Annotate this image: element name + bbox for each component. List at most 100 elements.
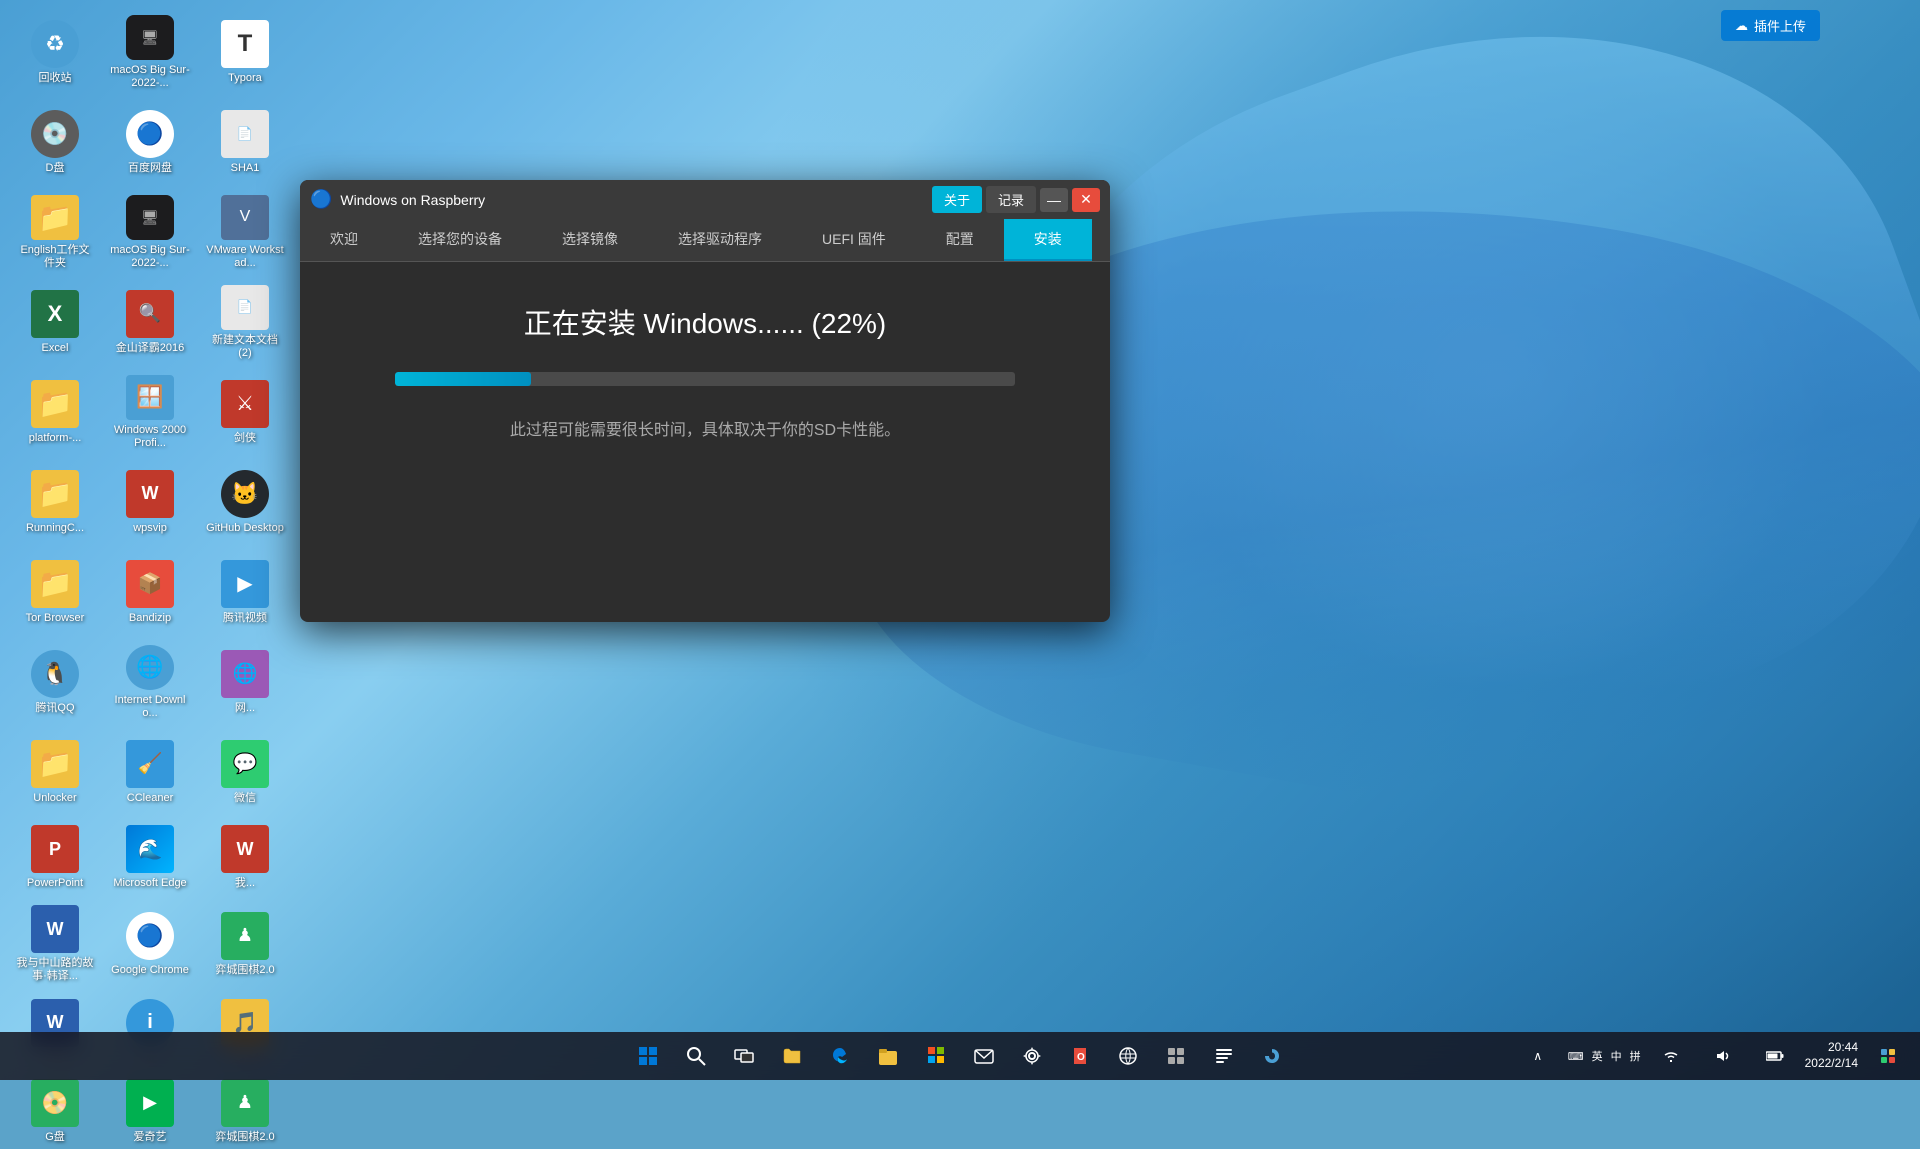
icon-txt2-label: 新建文本文档 (2) (205, 334, 285, 360)
icon-bandizip[interactable]: 📦 Bandizip (105, 550, 195, 635)
tab-select-driver[interactable]: 选择驱动程序 (648, 219, 792, 261)
icon-english-folder[interactable]: 📁 English工作文件夹 (10, 190, 100, 275)
tab-uefi[interactable]: UEFI 固件 (792, 219, 916, 261)
icon-net2[interactable]: 🌐 网... (200, 640, 290, 725)
icon-ccleaner[interactable]: 🧹 CCleaner (105, 730, 195, 815)
icon-my-doc[interactable]: W 我与中山路的故事·韩译... (10, 900, 100, 988)
macos2-icon: 🖥 (126, 195, 174, 240)
tab-select-device[interactable]: 选择您的设备 (388, 219, 532, 261)
notification-center-button[interactable] (1866, 1034, 1910, 1078)
cloud-icon: ☁ (1735, 18, 1748, 34)
icon-jinshan[interactable]: 🔍 金山译霸2016 (105, 280, 195, 365)
icon-typora[interactable]: T Typora (200, 10, 290, 95)
dialog-controls: 关于 记录 — ✕ (932, 186, 1100, 213)
icon-disk-d[interactable]: 💿 D盘 (10, 100, 100, 185)
icon-excel[interactable]: X Excel (10, 280, 100, 365)
icon-edge-label: Microsoft Edge (113, 877, 186, 890)
folders-taskbar-button[interactable] (866, 1034, 910, 1078)
icon-qqtx-label: 腾讯QQ (35, 702, 74, 715)
icon-recycle-label: 回收站 (39, 72, 72, 85)
icon-baidu[interactable]: 🔵 百度网盘 (105, 100, 195, 185)
store-taskbar-button[interactable] (914, 1034, 958, 1078)
icon-wechat[interactable]: 💬 微信 (200, 730, 290, 815)
dialog-close-button[interactable]: ✕ (1072, 188, 1100, 212)
chrome-icon: 🔵 (126, 912, 174, 960)
volume-button[interactable] (1701, 1034, 1745, 1078)
icon-gdisk-label: G盘 (45, 1131, 65, 1144)
icon-github[interactable]: 🐱 GitHub Desktop (200, 460, 290, 545)
icon-gdisk[interactable]: 📀 G盘 (10, 1074, 100, 1149)
icon-sha1[interactable]: 📄 SHA1 (200, 100, 290, 185)
progress-container (395, 372, 1015, 386)
time-display: 20:44 (1805, 1040, 1858, 1056)
icon-vmware[interactable]: V VMware Workstad... (200, 190, 290, 275)
edge-taskbar-button[interactable] (818, 1034, 862, 1078)
icon-recycle[interactable]: ♻ 回收站 (10, 10, 100, 95)
taskbar-center: O (626, 1034, 1294, 1078)
icon-chess-app[interactable]: ♟ 弈城围棋2.0 (200, 900, 290, 988)
icon-wpsvip[interactable]: W wpsvip (105, 460, 195, 545)
office-taskbar-button[interactable]: O (1058, 1034, 1102, 1078)
icon-chrome[interactable]: 🔵 Google Chrome (105, 900, 195, 988)
keyboard-icon: ⌨ (1568, 1050, 1584, 1063)
txt2-icon: 📄 (221, 285, 269, 330)
icon-win2000[interactable]: 🪟 Windows 2000 Profi... (105, 370, 195, 455)
icon-vmware-label: VMware Workstad... (205, 244, 285, 270)
icon-edge-ms[interactable]: 🌊 Microsoft Edge (105, 820, 195, 895)
dialog-about-button[interactable]: 关于 (932, 186, 982, 213)
browser2-taskbar-button[interactable] (1106, 1034, 1150, 1078)
tab-select-image[interactable]: 选择镜像 (532, 219, 648, 261)
icon-running[interactable]: 📁 RunningC... (10, 460, 100, 545)
icon-cj[interactable]: ⚔ 剑侠 (200, 370, 290, 455)
icon-baidu-label: 百度网盘 (128, 162, 172, 175)
search-button[interactable] (674, 1034, 718, 1078)
icon-unlocker[interactable]: 📁 Unlocker (10, 730, 100, 815)
icon-qqtx[interactable]: 🐧 腾讯QQ (10, 640, 100, 725)
app3-taskbar-button[interactable] (1250, 1034, 1294, 1078)
lang-zh[interactable]: 中 (1611, 1048, 1622, 1064)
app2-taskbar-button[interactable] (1202, 1034, 1246, 1078)
app1-taskbar-button[interactable] (1154, 1034, 1198, 1078)
settings-taskbar-button[interactable] (1010, 1034, 1054, 1078)
icon-macos[interactable]: 🖥 macOS Big Sur-2022-... (105, 10, 195, 95)
icon-iqiyi[interactable]: ▶ 爱奇艺 (105, 1074, 195, 1149)
icon-tencent-video[interactable]: ▶ 腾讯视频 (200, 550, 290, 635)
icon-internet-dl[interactable]: 🌐 Internet Downlo... (105, 640, 195, 725)
icon-ppt[interactable]: P PowerPoint (10, 820, 100, 895)
net2-icon: 🌐 (221, 650, 269, 698)
system-time[interactable]: 20:44 2022/2/14 (1805, 1040, 1858, 1071)
icon-tor-browser[interactable]: 📁 Tor Browser (10, 550, 100, 635)
notify-upload-button[interactable]: ☁ 插件上传 (1721, 10, 1820, 41)
icon-doc-extra[interactable]: W 我... (200, 820, 290, 895)
pinyin-indicator[interactable]: 拼 (1630, 1048, 1641, 1064)
start-button[interactable] (626, 1034, 670, 1078)
dialog-title-text: Windows on Raspberry (340, 192, 924, 208)
battery-button[interactable] (1753, 1034, 1797, 1078)
icon-txt2[interactable]: 📄 新建文本文档 (2) (200, 280, 290, 365)
task-view-button[interactable] (722, 1034, 766, 1078)
tab-config[interactable]: 配置 (916, 219, 1004, 261)
mail-taskbar-button[interactable] (962, 1034, 1006, 1078)
file-explorer-button[interactable] (770, 1034, 814, 1078)
dialog-log-button[interactable]: 记录 (986, 186, 1036, 213)
icon-iqiyi-label: 爱奇艺 (134, 1131, 167, 1144)
wifi-button[interactable] (1649, 1034, 1693, 1078)
icon-english-label: English工作文件夹 (15, 244, 95, 270)
icon-net2-label: 网... (235, 702, 255, 715)
chevron-up-button[interactable]: ∧ (1516, 1034, 1560, 1078)
chess-app-icon: ♟ (221, 912, 269, 960)
tab-install[interactable]: 安装 (1004, 219, 1092, 261)
dialog-minimize-button[interactable]: — (1040, 188, 1068, 212)
lang-en[interactable]: 英 (1592, 1048, 1603, 1064)
tab-welcome[interactable]: 欢迎 (300, 219, 388, 261)
ccleaner-icon: 🧹 (126, 740, 174, 788)
excel-icon: X (31, 290, 79, 338)
doc-extra-icon: W (221, 825, 269, 873)
gdisk-icon: 📀 (31, 1079, 79, 1127)
dialog-content: 正在安装 Windows...... (22%) 此过程可能需要很长时间，具体取… (300, 262, 1110, 622)
icon-platform[interactable]: 📁 platform-... (10, 370, 100, 455)
platform-icon: 📁 (31, 380, 79, 428)
icon-macos2[interactable]: 🖥 macOS Big Sur-2022-... (105, 190, 195, 275)
my-doc-icon: W (31, 905, 79, 953)
icon-chess2[interactable]: ♟ 弈城围棋2.0 (200, 1074, 290, 1149)
